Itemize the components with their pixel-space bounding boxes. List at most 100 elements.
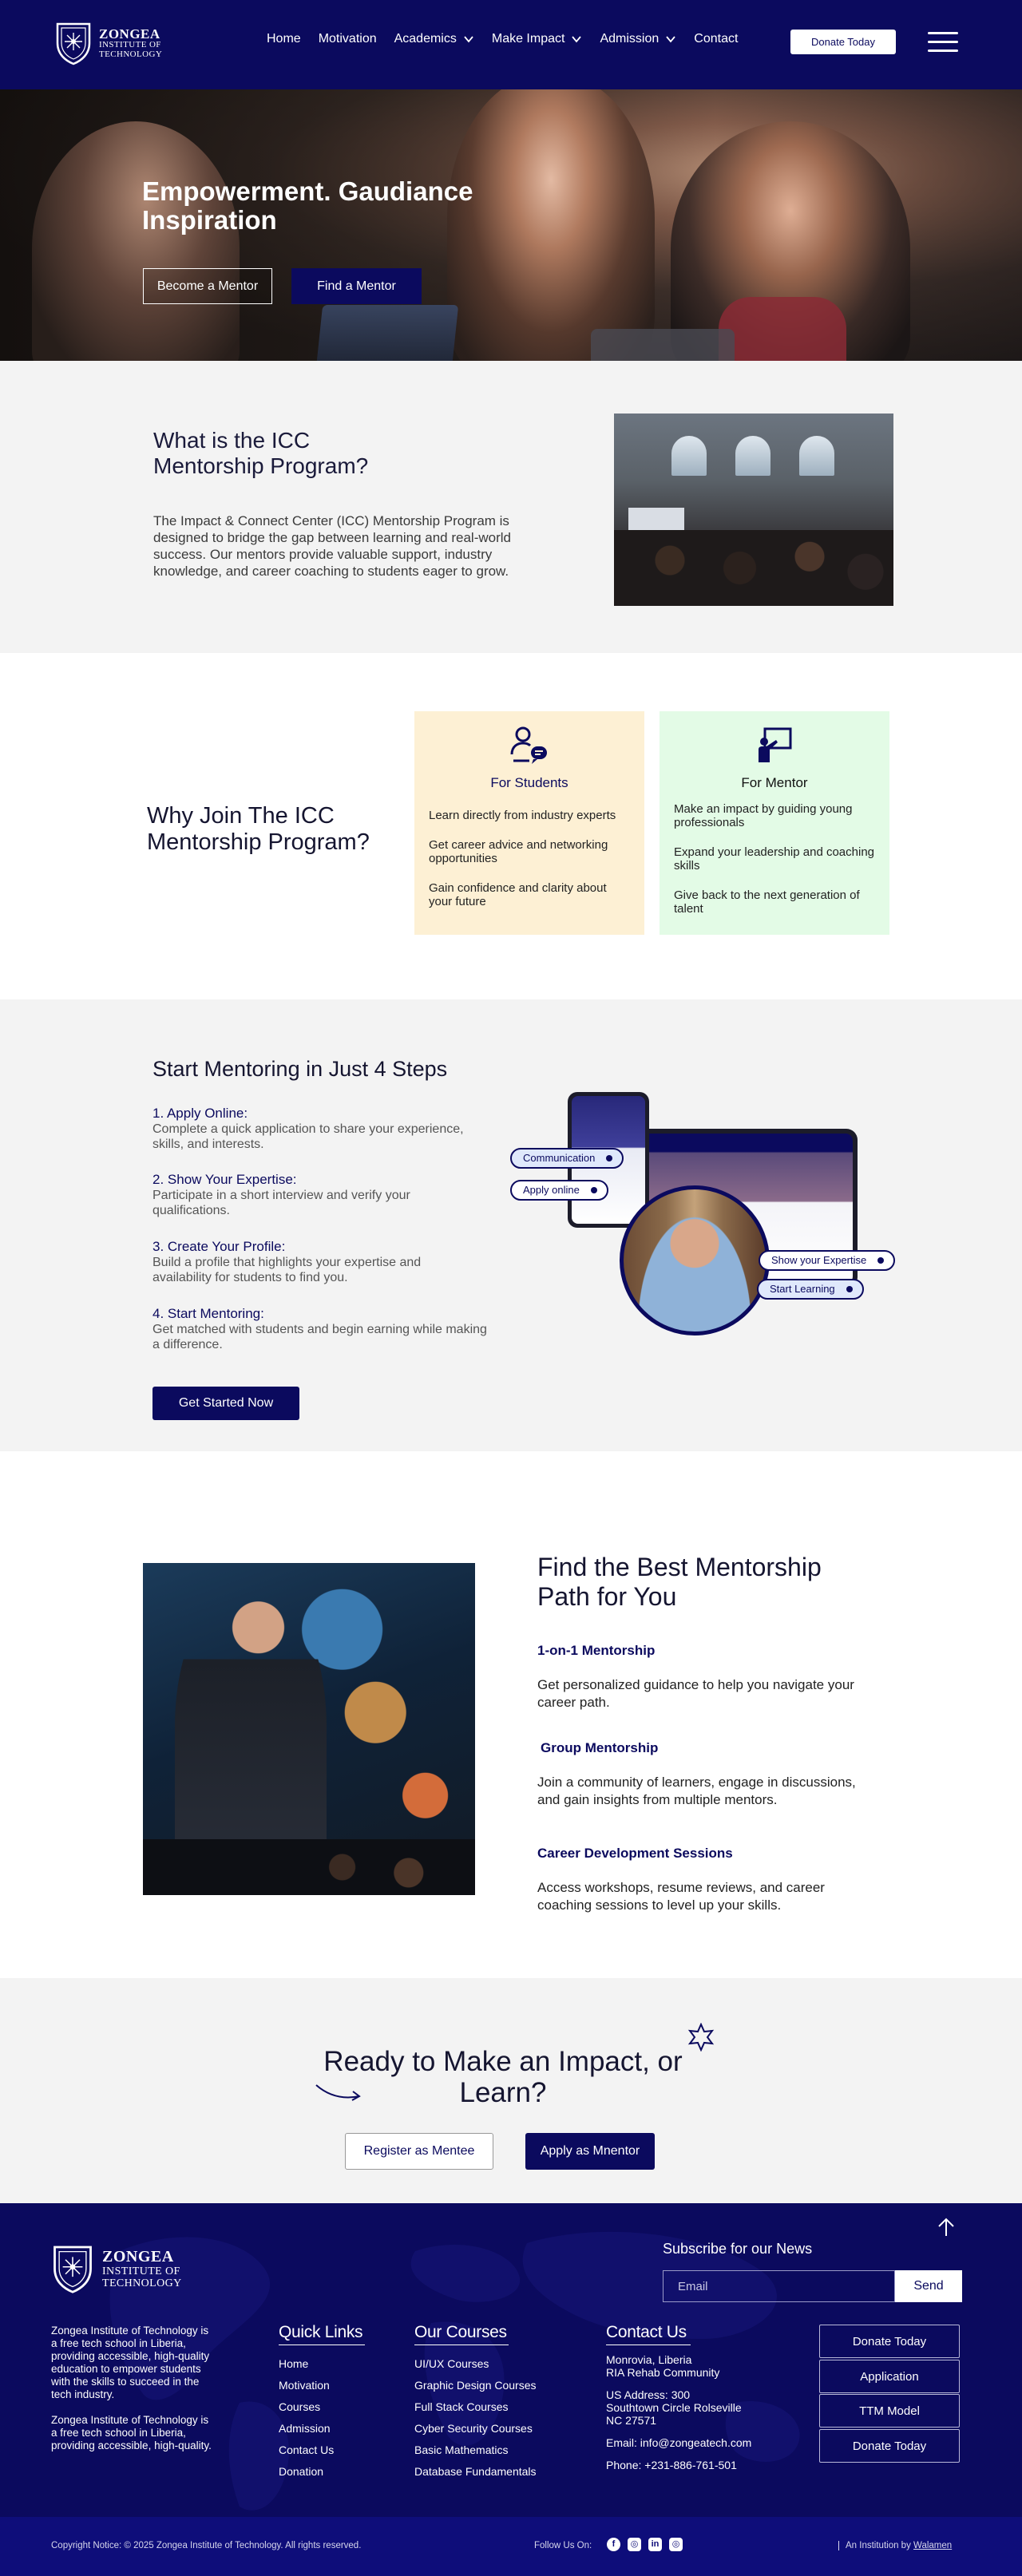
why-join-title: Why Join The ICC Mentorship Program? <box>147 803 370 855</box>
students-card: For Students Learn directly from industr… <box>414 711 644 935</box>
footer-link[interactable]: Full Stack Courses <box>414 2396 537 2418</box>
footer-donate-button[interactable]: Donate Today <box>819 2325 960 2358</box>
footer-ttm-model-button[interactable]: TTM Model <box>819 2394 960 2428</box>
what-is-body: The Impact & Connect Center (ICC) Mentor… <box>153 513 511 579</box>
apply-mentor-button[interactable]: Apply as Mnentor <box>525 2133 655 2170</box>
site-logo[interactable]: ZONGEA INSTITUTE OF TECHNOLOGY <box>54 21 162 65</box>
footer-link[interactable]: Courses <box>279 2396 365 2418</box>
footer-about-text: Zongea Institute of Technology is a free… <box>51 2325 210 2400</box>
mentor-card: For Mentor Make an impact by guiding you… <box>660 711 889 935</box>
step-item: 2. Show Your Expertise: Participate in a… <box>153 1172 488 1218</box>
list-item: Make an impact by guiding young professi… <box>674 802 853 829</box>
mentor-benefit-list: Make an impact by guiding young professi… <box>674 802 875 916</box>
courses-title: Our Courses <box>414 2323 507 2341</box>
steps-title: Start Mentoring in Just 4 Steps <box>153 1057 448 1081</box>
register-mentee-button[interactable]: Register as Mentee <box>345 2133 493 2170</box>
footer-application-button[interactable]: Application <box>819 2360 960 2393</box>
contact-address: Monrovia, Liberia RIA Rehab Community <box>606 2353 720 2379</box>
instagram-icon[interactable]: ◎ <box>628 2538 641 2551</box>
nav-item-contact[interactable]: Contact <box>694 32 738 46</box>
newsletter-send-button[interactable]: Send <box>895 2270 962 2302</box>
get-started-button[interactable]: Get Started Now <box>153 1387 299 1420</box>
nav-item-motivation[interactable]: Motivation <box>319 32 377 46</box>
list-item: Get career advice and networking opportu… <box>429 838 608 865</box>
mentor-board-icon <box>759 727 792 762</box>
footer-link[interactable]: Contact Us <box>279 2439 365 2461</box>
institution-link[interactable]: Walamen <box>913 2541 952 2550</box>
devices-illustration: Communication Apply online Show your Exp… <box>508 1092 899 1355</box>
crest-icon <box>53 2246 92 2293</box>
facebook-icon[interactable]: f <box>607 2538 620 2551</box>
quick-links-title: Quick Links <box>279 2323 363 2341</box>
nav-item-academics[interactable]: Academics <box>394 32 474 46</box>
list-item: Give back to the next generation of tale… <box>674 888 860 916</box>
mentor-card-title: For Mentor <box>741 775 808 790</box>
chevron-down-icon <box>666 36 675 43</box>
footer-link[interactable]: Graphic Design Courses <box>414 2375 537 2396</box>
footer-link[interactable]: Cyber Security Courses <box>414 2418 537 2439</box>
bottom-bar: Copyright Notice: © 2025 Zongea Institut… <box>0 2517 1022 2576</box>
hamburger-icon[interactable] <box>928 32 958 54</box>
speaker-photo <box>143 1563 475 1895</box>
nav-label: Academics <box>394 32 457 46</box>
footer-link[interactable]: UI/UX Courses <box>414 2353 537 2375</box>
become-mentor-button[interactable]: Become a Mentor <box>143 268 272 304</box>
path-option-desc: Access workshops, resume reviews, and ca… <box>537 1880 825 1913</box>
step-title: 1. Apply Online: <box>153 1106 248 1121</box>
follow-us-label: Follow Us On: <box>534 2541 592 2550</box>
path-option-desc: Get personalized guidance to help you na… <box>537 1677 854 1710</box>
cta-title: Ready to Make an Impact, or Learn? <box>323 2046 683 2108</box>
steps-section: Start Mentoring in Just 4 Steps 1. Apply… <box>0 999 1022 1451</box>
nav-item-make-impact[interactable]: Make Impact <box>492 32 583 46</box>
best-path-title: Find the Best Mentorship Path for You <box>537 1553 822 1611</box>
arrow-up-icon[interactable] <box>934 2215 958 2239</box>
instagram-icon[interactable]: ◎ <box>669 2538 683 2551</box>
institution-credit: An Institution by Walamen <box>838 2541 952 2550</box>
step-title: 2. Show Your Expertise: <box>153 1172 297 1187</box>
footer-link[interactable]: Home <box>279 2353 365 2375</box>
nav-label: Make Impact <box>491 32 565 46</box>
contact-us-address: US Address: 300 Southtown Circle Rolsevi… <box>606 2388 742 2427</box>
footer-link[interactable]: Database Fundamentals <box>414 2461 537 2483</box>
hero-photo-laptop-right <box>591 329 735 361</box>
site-footer: ZONGEA INSTITUTE OF TECHNOLOGY Zongea In… <box>0 2203 1022 2517</box>
contact-column: Contact Us Monrovia, Liberia RIA Rehab C… <box>606 2323 751 2481</box>
show-expertise-pill: Show your Expertise <box>759 1250 896 1271</box>
donate-today-button[interactable]: Donate Today <box>790 30 896 54</box>
nav-label: Home <box>267 32 301 46</box>
contact-email[interactable]: Email: info@zongeatech.com <box>606 2436 751 2449</box>
footer-donate-button-2[interactable]: Donate Today <box>819 2429 960 2463</box>
nav-label: Contact <box>694 32 739 46</box>
social-links: f ◎ in ◎ <box>607 2538 683 2551</box>
communication-pill: Communication <box>510 1148 624 1169</box>
quick-links-column: Quick Links Home Motivation Courses Admi… <box>279 2323 365 2483</box>
nav-item-admission[interactable]: Admission <box>600 32 676 46</box>
footer-link[interactable]: Admission <box>279 2418 365 2439</box>
nav-label: Admission <box>600 32 660 46</box>
hero-photo-laptop <box>315 305 459 361</box>
linkedin-icon[interactable]: in <box>648 2538 662 2551</box>
footer-about-text: Zongea Institute of Technology is a free… <box>51 2414 212 2451</box>
path-option-title: Career Development Sessions <box>537 1846 733 1861</box>
footer-link[interactable]: Motivation <box>279 2375 365 2396</box>
footer-link[interactable]: Basic Mathematics <box>414 2439 537 2461</box>
footer-link[interactable]: Donation <box>279 2461 365 2483</box>
site-header: ZONGEA INSTITUTE OF TECHNOLOGY Home Moti… <box>0 0 1022 89</box>
main-nav: Home Motivation Academics Make Impact Ad… <box>267 32 738 46</box>
footer-logo-line-2: INSTITUTE OF <box>102 2265 180 2277</box>
step-desc: Participate in a short interview and ver… <box>153 1189 410 1217</box>
find-mentor-button[interactable]: Find a Mentor <box>291 268 422 304</box>
list-item: Expand your leadership and coaching skil… <box>674 845 875 873</box>
logo-line-3: TECHNOLOGY <box>99 49 163 59</box>
footer-logo[interactable]: ZONGEA INSTITUTE OF TECHNOLOGY <box>51 2243 182 2294</box>
step-desc: Get matched with students and begin earn… <box>153 1323 487 1351</box>
step-item: 3. Create Your Profile: Build a profile … <box>153 1239 480 1285</box>
nav-item-home[interactable]: Home <box>267 32 301 46</box>
step-item: 4. Start Mentoring: Get matched with stu… <box>153 1306 488 1352</box>
contact-phone[interactable]: Phone: +231-886-761-501 <box>606 2459 751 2471</box>
courses-column: Our Courses UI/UX Courses Graphic Design… <box>414 2323 537 2483</box>
crest-icon <box>56 22 91 65</box>
path-option-title: 1-on-1 Mentorship <box>537 1643 656 1658</box>
newsletter-email-input[interactable] <box>663 2270 895 2302</box>
newsletter-title: Subscribe for our News <box>663 2241 813 2257</box>
